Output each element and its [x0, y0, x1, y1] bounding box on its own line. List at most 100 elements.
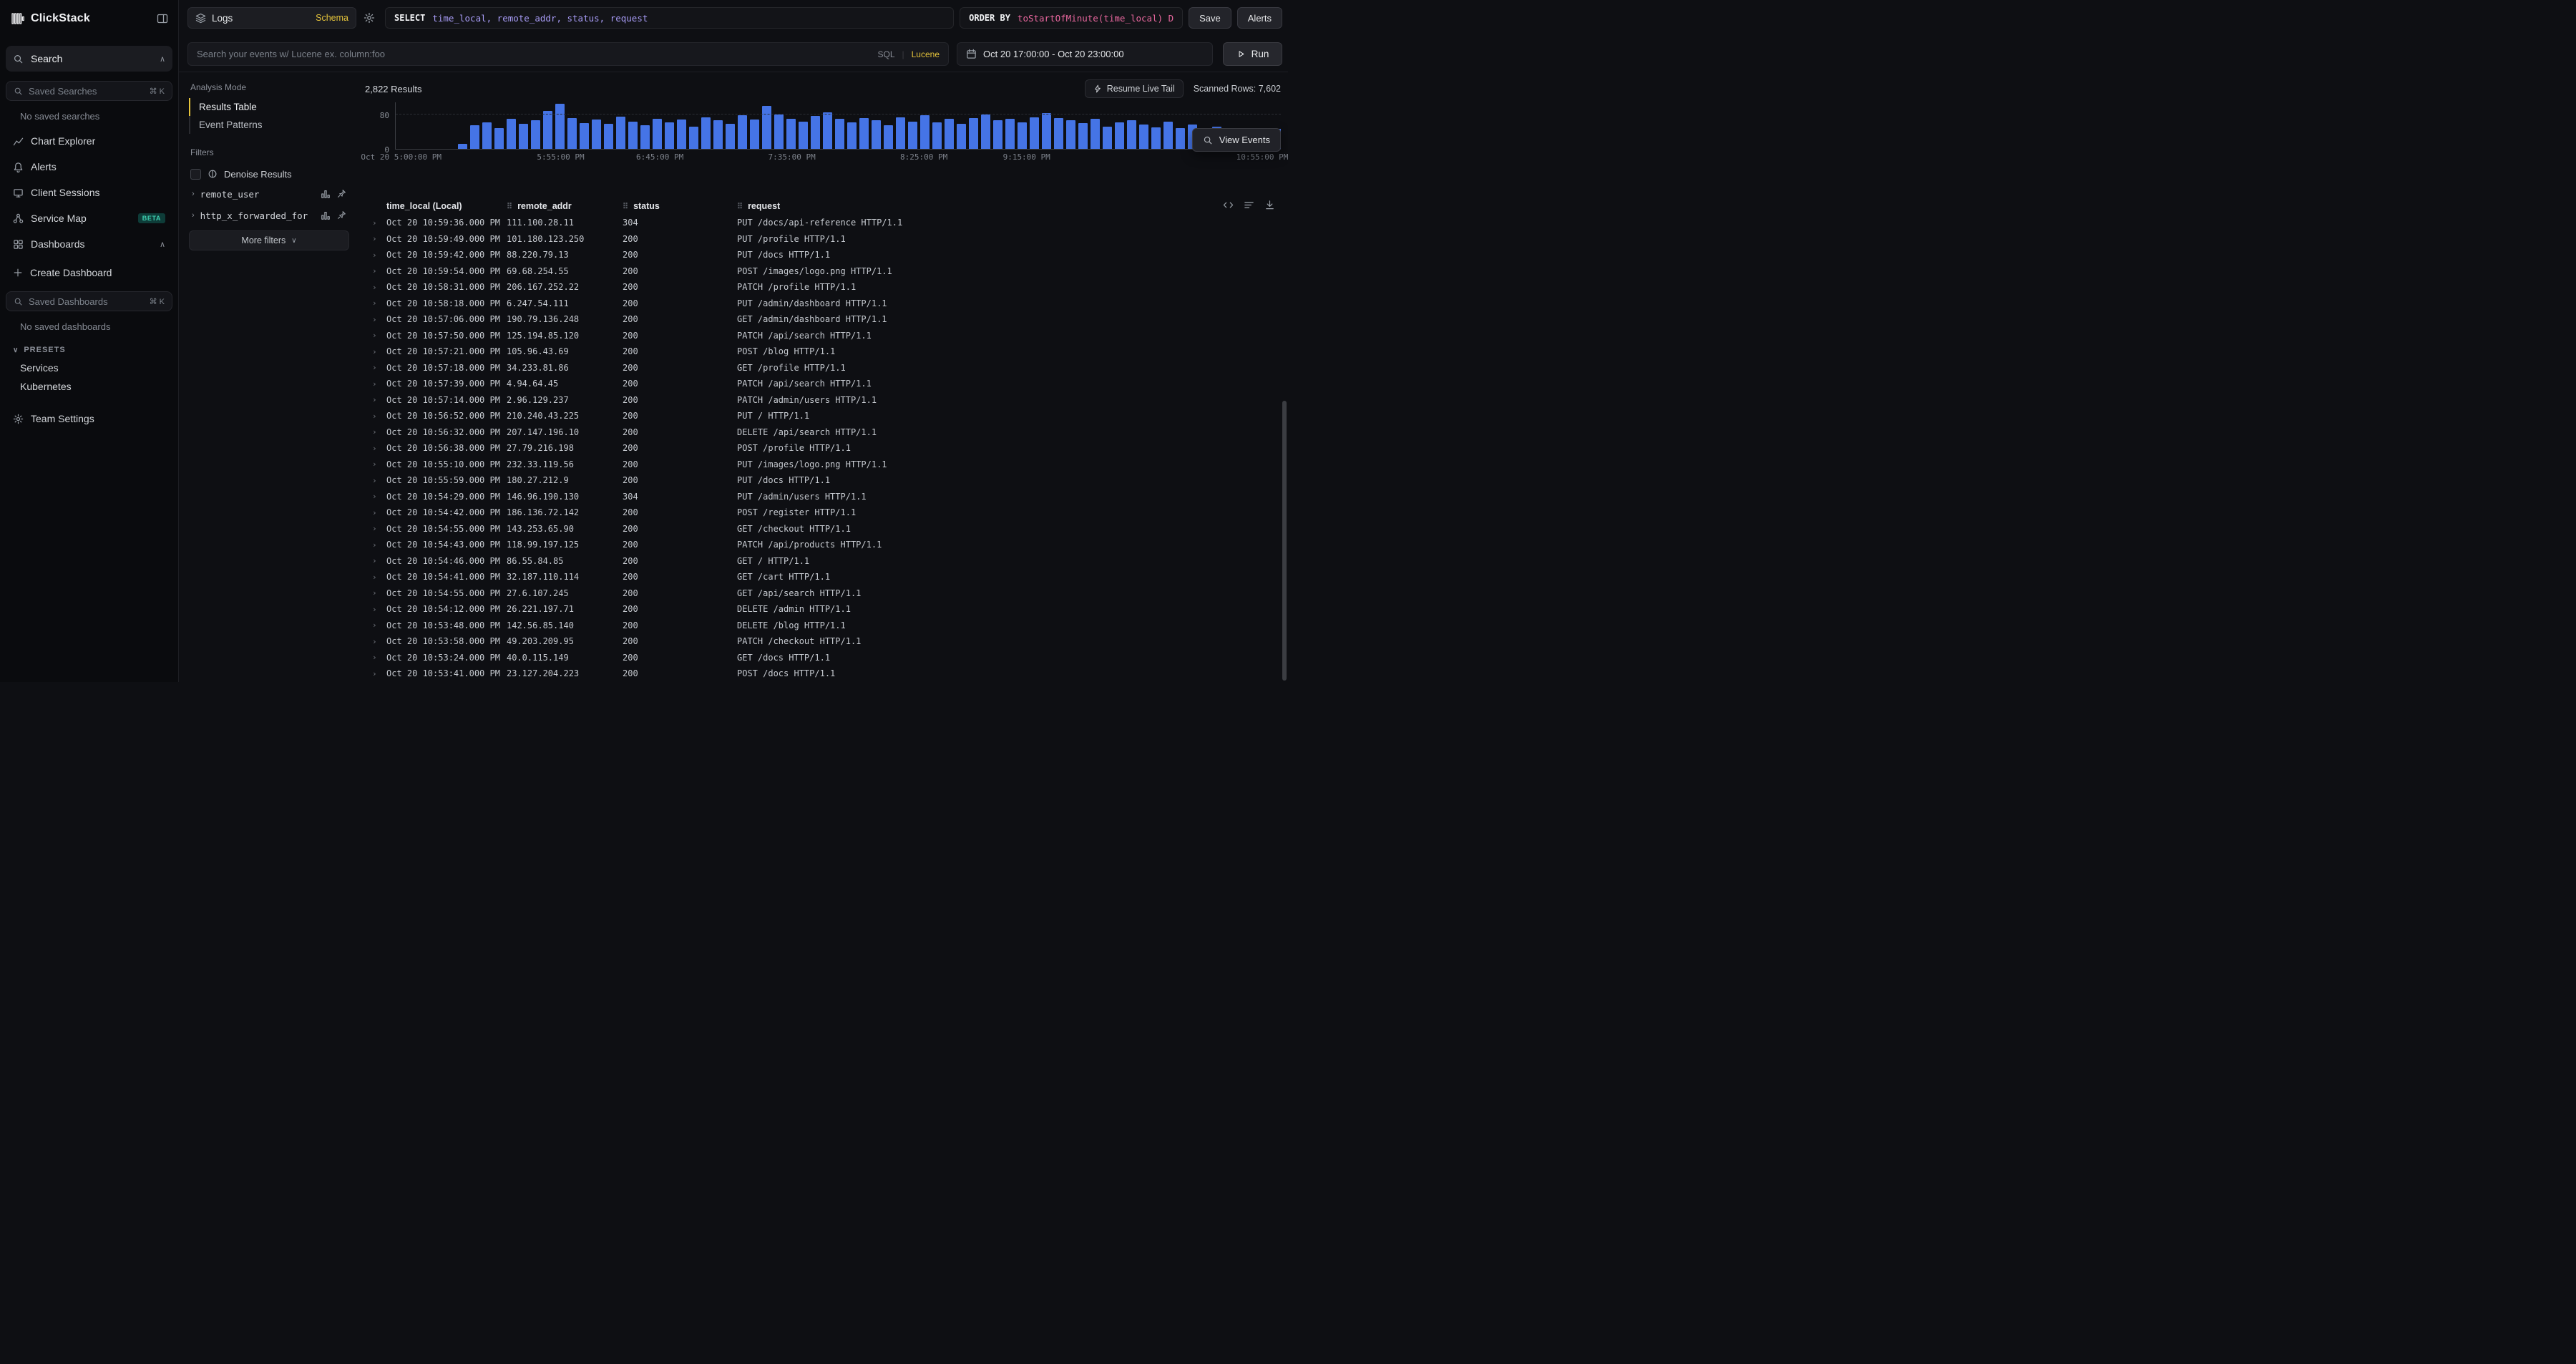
table-row[interactable]: ›Oct 20 10:57:39.000 PM4.94.64.45200PATC…	[365, 376, 1281, 392]
download-icon[interactable]	[1264, 200, 1275, 210]
code-view-icon[interactable]	[1223, 200, 1234, 210]
column-header-remote-addr[interactable]: ⠿ remote_addr	[507, 201, 623, 211]
table-row[interactable]: ›Oct 20 10:57:50.000 PM125.194.85.120200…	[365, 328, 1281, 344]
view-events-popover[interactable]: View Events	[1192, 128, 1281, 152]
table-row[interactable]: ›Oct 20 10:57:06.000 PM190.79.136.248200…	[365, 311, 1281, 328]
table-row[interactable]: ›Oct 20 10:56:52.000 PM210.240.43.225200…	[365, 408, 1281, 424]
saved-searches-input[interactable]: Saved Searches ⌘ K	[6, 81, 172, 101]
sidebar-item-client-sessions[interactable]: Client Sessions	[6, 180, 172, 205]
sidebar-item-alerts[interactable]: Alerts	[6, 154, 172, 180]
row-expand-chevron-icon[interactable]: ›	[365, 476, 386, 485]
row-expand-chevron-icon[interactable]: ›	[365, 427, 386, 437]
table-row[interactable]: ›Oct 20 10:55:10.000 PM232.33.119.56200P…	[365, 457, 1281, 473]
row-expand-chevron-icon[interactable]: ›	[365, 315, 386, 324]
sidebar-item-team-settings[interactable]: Team Settings	[6, 406, 172, 432]
row-expand-chevron-icon[interactable]: ›	[365, 218, 386, 228]
row-expand-chevron-icon[interactable]: ›	[365, 283, 386, 292]
column-header-request[interactable]: ⠿ request	[737, 201, 1281, 211]
row-expand-chevron-icon[interactable]: ›	[365, 669, 386, 678]
table-row[interactable]: ›Oct 20 10:54:42.000 PM186.136.72.142200…	[365, 505, 1281, 521]
table-row[interactable]: ›Oct 20 10:59:42.000 PM88.220.79.13200PU…	[365, 247, 1281, 263]
table-row[interactable]: ›Oct 20 10:58:18.000 PM6.247.54.111200PU…	[365, 296, 1281, 312]
table-row[interactable]: ›Oct 20 10:54:29.000 PM146.96.190.130304…	[365, 489, 1281, 505]
date-range-picker[interactable]: Oct 20 17:00:00 - Oct 20 23:00:00	[957, 42, 1213, 66]
column-header-status[interactable]: ⠿ status	[623, 201, 737, 211]
row-expand-chevron-icon[interactable]: ›	[365, 524, 386, 533]
select-clause-input[interactable]: SELECT time_local, remote_addr, status, …	[385, 7, 954, 29]
row-expand-chevron-icon[interactable]: ›	[365, 459, 386, 469]
save-button[interactable]: Save	[1189, 7, 1231, 29]
mode-event-patterns[interactable]: Event Patterns	[189, 116, 349, 134]
row-expand-chevron-icon[interactable]: ›	[365, 331, 386, 340]
sidebar-item-dashboards[interactable]: Dashboards ∧	[6, 231, 172, 257]
resume-live-tail-button[interactable]: Resume Live Tail	[1085, 79, 1184, 98]
table-row[interactable]: ›Oct 20 10:56:32.000 PM207.147.196.10200…	[365, 424, 1281, 441]
row-expand-chevron-icon[interactable]: ›	[365, 266, 386, 276]
row-expand-chevron-icon[interactable]: ›	[365, 605, 386, 614]
chart-plot[interactable]	[395, 102, 1281, 150]
table-row[interactable]: ›Oct 20 10:54:43.000 PM118.99.197.125200…	[365, 537, 1281, 553]
row-expand-chevron-icon[interactable]: ›	[365, 540, 386, 550]
preset-item-kubernetes[interactable]: Kubernetes	[0, 377, 178, 396]
drag-handle-icon[interactable]: ⠿	[507, 202, 512, 211]
event-search-input[interactable]	[197, 49, 870, 59]
table-row[interactable]: ›Oct 20 10:53:41.000 PM23.127.204.223200…	[365, 666, 1281, 682]
row-expand-chevron-icon[interactable]: ›	[365, 556, 386, 565]
row-expand-chevron-icon[interactable]: ›	[365, 508, 386, 517]
column-settings-icon[interactable]	[1244, 200, 1254, 210]
table-row[interactable]: ›Oct 20 10:57:18.000 PM34.233.81.86200GE…	[365, 360, 1281, 376]
preset-item-services[interactable]: Services	[0, 359, 178, 377]
table-row[interactable]: ›Oct 20 10:55:59.000 PM180.27.212.9200PU…	[365, 472, 1281, 489]
row-expand-chevron-icon[interactable]: ›	[365, 588, 386, 598]
row-expand-chevron-icon[interactable]: ›	[365, 492, 386, 501]
source-selector[interactable]: Logs Schema	[187, 7, 356, 29]
column-header-time-local[interactable]: time_local (Local)	[386, 201, 507, 211]
row-expand-chevron-icon[interactable]: ›	[365, 653, 386, 662]
row-expand-chevron-icon[interactable]: ›	[365, 444, 386, 453]
table-row[interactable]: ›Oct 20 10:59:54.000 PM69.68.254.55200PO…	[365, 263, 1281, 280]
table-row[interactable]: ›Oct 20 10:57:21.000 PM105.96.43.69200PO…	[365, 344, 1281, 360]
row-expand-chevron-icon[interactable]: ›	[365, 298, 386, 308]
table-row[interactable]: ›Oct 20 10:56:38.000 PM27.79.216.198200P…	[365, 440, 1281, 457]
row-expand-chevron-icon[interactable]: ›	[365, 395, 386, 404]
orderby-clause-input[interactable]: ORDER BY toStartOfMinute(time_local) D	[960, 7, 1183, 29]
drag-handle-icon[interactable]: ⠿	[623, 202, 628, 211]
table-row[interactable]: ›Oct 20 10:53:58.000 PM49.203.209.95200P…	[365, 633, 1281, 650]
column-chart-icon[interactable]	[321, 210, 331, 220]
source-settings-button[interactable]	[364, 12, 375, 24]
lucene-language-toggle[interactable]: Lucene	[912, 49, 940, 59]
row-expand-chevron-icon[interactable]: ›	[365, 620, 386, 630]
sidebar-item-chart-explorer[interactable]: Chart Explorer	[6, 128, 172, 154]
alerts-button[interactable]: Alerts	[1237, 7, 1282, 29]
presets-section-header[interactable]: ∨ PRESETS	[0, 338, 178, 359]
table-row[interactable]: ›Oct 20 10:54:55.000 PM143.253.65.90200G…	[365, 521, 1281, 537]
table-row[interactable]: ›Oct 20 10:54:55.000 PM27.6.107.245200GE…	[365, 585, 1281, 602]
table-row[interactable]: ›Oct 20 10:59:36.000 PM111.100.28.11304P…	[365, 215, 1281, 231]
vertical-scrollbar[interactable]	[1282, 0, 1287, 682]
schema-link[interactable]: Schema	[316, 13, 348, 23]
mode-results-table[interactable]: Results Table	[189, 98, 349, 116]
table-row[interactable]: ›Oct 20 10:54:12.000 PM26.221.197.71200D…	[365, 601, 1281, 618]
saved-dashboards-input[interactable]: Saved Dashboards ⌘ K	[6, 291, 172, 311]
filter-field-http-x-forwarded-for[interactable]: › http_x_forwarded_for	[189, 205, 349, 226]
table-row[interactable]: ›Oct 20 10:53:48.000 PM142.56.85.140200D…	[365, 618, 1281, 634]
table-row[interactable]: ›Oct 20 10:54:41.000 PM32.187.110.114200…	[365, 569, 1281, 585]
drag-handle-icon[interactable]: ⠿	[737, 202, 743, 211]
denoise-checkbox[interactable]	[190, 169, 201, 180]
scrollbar-thumb[interactable]	[1282, 401, 1287, 681]
row-expand-chevron-icon[interactable]: ›	[365, 573, 386, 582]
create-dashboard-button[interactable]: Create Dashboard	[6, 260, 172, 286]
table-row[interactable]: ›Oct 20 10:57:14.000 PM2.96.129.237200PA…	[365, 392, 1281, 409]
row-expand-chevron-icon[interactable]: ›	[365, 379, 386, 389]
events-histogram[interactable]: 800 Oct 20 5:00:00 PM5:55:00 PM6:45:00 P…	[365, 102, 1281, 161]
sidebar-item-search[interactable]: Search ∧	[6, 46, 172, 72]
table-row[interactable]: ›Oct 20 10:59:49.000 PM101.180.123.25020…	[365, 231, 1281, 248]
sidebar-item-service-map[interactable]: Service Map BETA	[6, 205, 172, 231]
row-expand-chevron-icon[interactable]: ›	[365, 411, 386, 421]
row-expand-chevron-icon[interactable]: ›	[365, 234, 386, 243]
filter-field-remote-user[interactable]: › remote_user	[189, 183, 349, 205]
more-filters-button[interactable]: More filters ∨	[189, 230, 349, 250]
run-button[interactable]: Run	[1223, 42, 1282, 66]
pin-icon[interactable]	[337, 189, 346, 198]
row-expand-chevron-icon[interactable]: ›	[365, 250, 386, 260]
